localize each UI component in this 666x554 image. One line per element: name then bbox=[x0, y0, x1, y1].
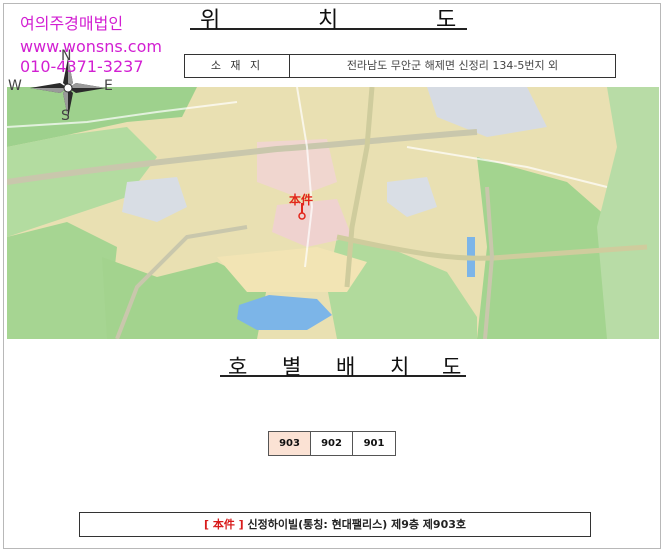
unit-cell-902: 902 bbox=[311, 432, 353, 455]
location-map: 本件 bbox=[7, 87, 659, 339]
property-summary: [ 本件 ] 신정하이빌(통칭: 현대팰리스) 제9층 제903호 bbox=[79, 512, 591, 537]
unit-table: 903 902 901 bbox=[268, 431, 396, 456]
title-char: 도 bbox=[436, 8, 457, 33]
title-char: 치 bbox=[318, 8, 339, 33]
brand-name: 여의주경매법인 bbox=[20, 14, 124, 33]
property-description: 신정하이빌(통칭: 현대팰리스) 제9층 제903호 bbox=[243, 518, 467, 531]
title-char: 도 bbox=[442, 355, 462, 379]
map-marker-label: 本件 bbox=[289, 192, 313, 207]
compass-south-label: S bbox=[61, 108, 70, 124]
title-char: 위 bbox=[200, 8, 221, 33]
title-char: 치 bbox=[390, 355, 410, 379]
compass-east-label: E bbox=[104, 78, 113, 94]
map-image: 本件 bbox=[7, 87, 659, 339]
unit-cell-903: 903 bbox=[269, 432, 311, 455]
location-label: 소 재 지 bbox=[185, 55, 290, 77]
brand-phone: 010-4371-3237 bbox=[20, 57, 144, 76]
unit-layout-title: 호 별 배 치 도 bbox=[220, 351, 466, 379]
location-address: 전라남도 무안군 해제면 신정리 134-5번지 외 bbox=[346, 59, 559, 72]
unit-cell-901: 901 bbox=[363, 438, 385, 449]
brand-url[interactable]: www.wonsns.com bbox=[20, 37, 162, 57]
title-char: 별 bbox=[282, 355, 302, 379]
location-map-title: 위 치 도 bbox=[190, 2, 467, 33]
title-char: 배 bbox=[336, 355, 356, 379]
compass-west-label: W bbox=[8, 78, 22, 94]
title-char: 호 bbox=[228, 355, 248, 379]
subject-tag: [ 本件 ] bbox=[203, 518, 244, 531]
location-table: 소 재 지 전라남도 무안군 해제면 신정리 134-5번지 외 bbox=[184, 54, 616, 78]
